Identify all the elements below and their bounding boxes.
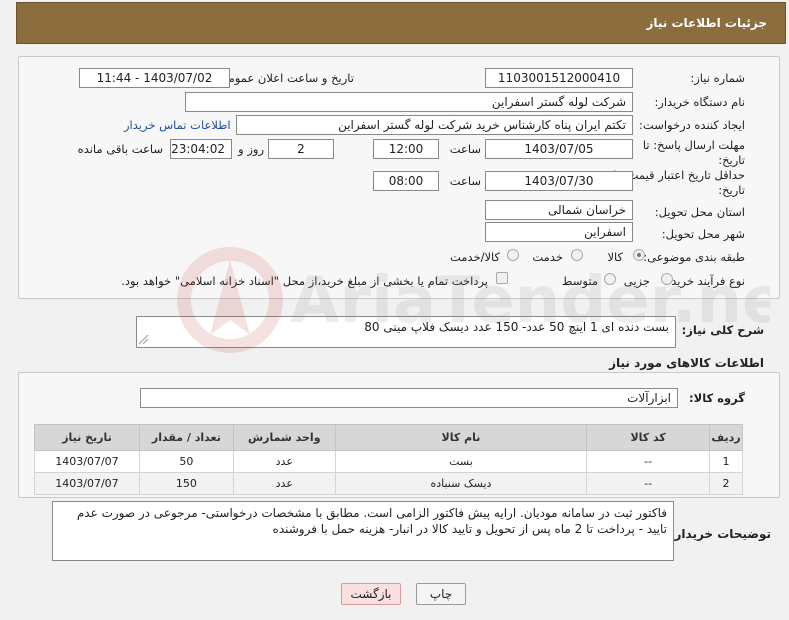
buyer-org-label: نام دستگاه خریدار: [654,95,745,109]
cell-row-number: 2 [709,472,743,495]
cell-need-date: 1403/07/07 [34,472,140,495]
col-row-number: ردیف [709,424,743,451]
cell-need-date: 1403/07/07 [34,450,140,473]
buyer-notes-label: توضیحات خریدار: [669,527,771,541]
price-date-field: 1403/07/30 [485,171,633,191]
cell-quantity: 150 [138,472,234,495]
page-title: جزئیات اطلاعات نیاز [646,16,767,30]
category-radio-service[interactable] [571,249,583,261]
table-row[interactable]: 1 -- بست عدد 50 1403/07/07 [34,450,743,473]
col-quantity: تعداد / مقدار [138,424,234,451]
col-item-code: کد کالا [586,424,711,451]
goods-table-wrapper: ردیف کد کالا نام کالا واحد شمارش تعداد /… [34,424,743,495]
cell-row-number: 1 [709,450,743,473]
cell-unit: عدد [232,450,336,473]
back-button[interactable]: بازگشت [341,583,401,605]
remaining-time-label: ساعت باقی مانده [77,142,163,156]
category-option-service: خدمت [532,250,563,264]
days-remaining-field: 2 [268,139,334,159]
treasury-payment-note: پرداخت تمام یا بخشی از مبلغ خرید،از محل … [121,274,488,288]
days-label: روز و [238,142,264,156]
process-option-medium: متوسط [561,274,598,288]
category-option-goods: کالا [607,250,623,264]
buyer-notes-field: فاکتور ثبت در سامانه مودیان. ارایه پیش ف… [52,501,674,561]
treasury-payment-checkbox[interactable] [496,272,508,284]
description-label: شرح کلی نیاز: [681,323,764,337]
description-field: بست دنده ای 1 اینچ 50 عدد- 150 عدد دیسک … [136,316,676,348]
col-need-date: تاریخ نیاز [34,424,140,451]
announce-datetime-field: 1403/07/02 - 11:44 [79,68,230,88]
city-field: اسفراین [485,222,633,242]
table-row[interactable]: 2 -- دیسک سنباده عدد 150 1403/07/07 [34,472,743,495]
category-radio-goods[interactable] [633,249,645,261]
reply-deadline-label: مهلت ارسال پاسخ: تا تاریخ: [642,138,745,167]
cell-item-name: دیسک سنباده [334,472,588,495]
reply-time-field: 12:00 [373,139,439,159]
process-option-minor: جزیی [623,274,650,288]
category-option-goods-service: کالا/خدمت [449,250,500,264]
resize-handle-icon[interactable] [138,334,149,345]
goods-group-field: ابزارآلات [140,388,678,408]
province-field: خراسان شمالی [485,200,633,220]
buyer-org-field: شرکت لوله گستر اسفراین [185,92,633,112]
goods-group-label: گروه کالا: [689,391,745,405]
process-radio-minor[interactable] [661,273,673,285]
process-label: نوع فرآیند خرید : [663,274,745,288]
category-label: طبقه بندی موضوعی: [643,250,745,264]
process-radio-medium[interactable] [604,273,616,285]
city-label: شهر محل تحویل: [661,227,745,241]
category-radio-goods-service[interactable] [507,249,519,261]
province-label: استان محل تحویل: [654,205,745,219]
price-time-field: 08:00 [373,171,439,191]
need-number-field: 1103001512000410 [485,68,633,88]
need-number-label: شماره نیاز: [690,71,745,85]
col-item-name: نام کالا [334,424,588,451]
page-header: جزئیات اطلاعات نیاز [16,2,786,44]
remaining-time-field: 23:04:02 [170,139,232,159]
price-time-label: ساعت [449,174,481,188]
creator-label: ایجاد کننده درخواست: [639,118,745,132]
col-unit: واحد شمارش [232,424,336,451]
creator-field: تکتم ایران پناه کارشناس خرید شرکت لوله گ… [236,115,633,135]
cell-quantity: 50 [138,450,234,473]
print-button[interactable]: چاپ [416,583,466,605]
goods-table: ردیف کد کالا نام کالا واحد شمارش تعداد /… [34,424,743,495]
reply-date-field: 1403/07/05 [485,139,633,159]
cell-item-code: -- [586,472,711,495]
cell-item-name: بست [334,450,588,473]
goods-section-title: اطلاعات کالاهای مورد نیاز [609,356,764,370]
announce-datetime-label: تاریخ و ساعت اعلان عمومی: [215,71,354,85]
cell-item-code: -- [586,450,711,473]
reply-time-label: ساعت [449,142,481,156]
buyer-contact-link[interactable]: اطلاعات تماس خریدار [124,118,231,132]
cell-unit: عدد [232,472,336,495]
